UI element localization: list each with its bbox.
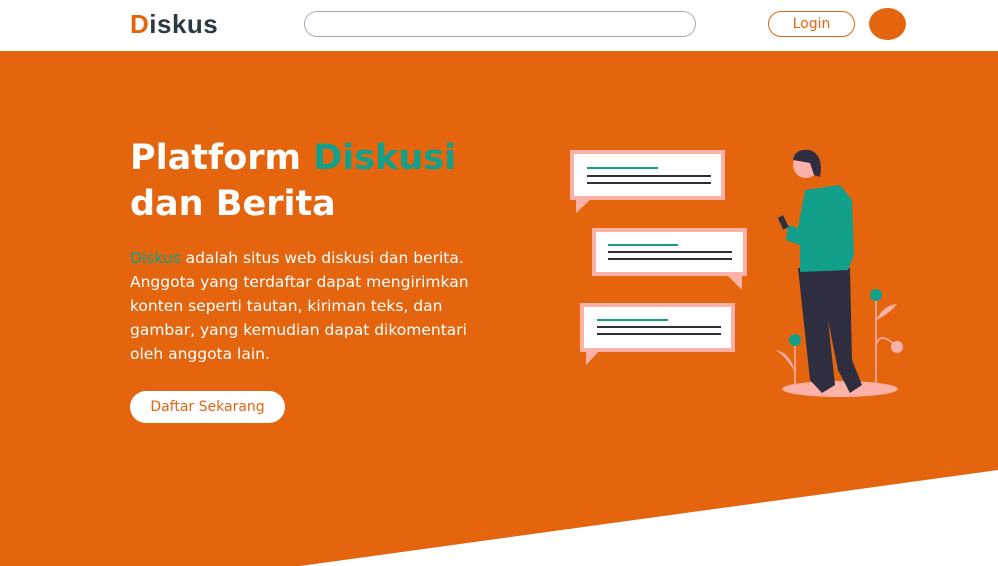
chat-illustration: [570, 149, 903, 397]
chat-bubble-2: [592, 228, 747, 290]
person-figure: [775, 149, 903, 397]
chat-bubble-3: [580, 303, 735, 365]
chat-bubble-1: [570, 150, 725, 213]
